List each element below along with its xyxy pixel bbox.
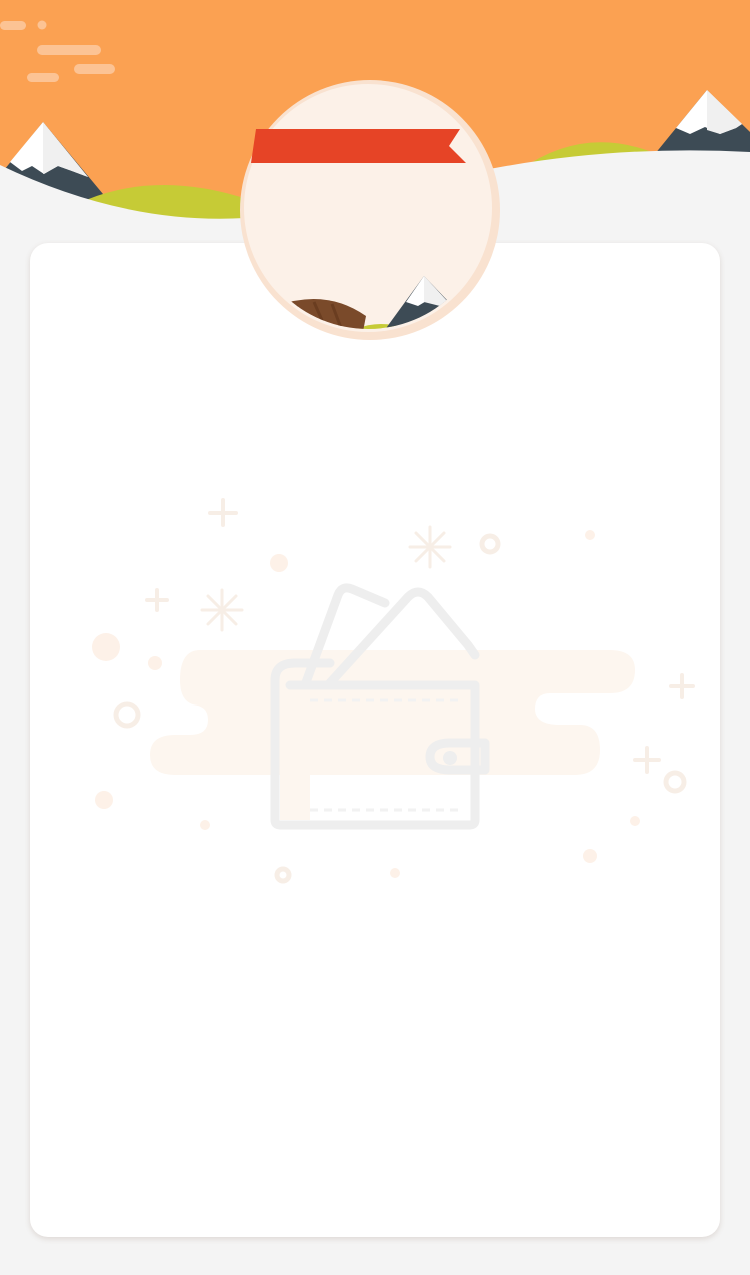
sparkle-icon xyxy=(408,525,452,569)
sparkle-icon xyxy=(200,588,244,632)
header-badge xyxy=(240,80,500,340)
badge-face xyxy=(244,84,492,332)
empty-state-illustration xyxy=(92,498,695,884)
wallet-clasp xyxy=(443,751,457,765)
cloud-icon xyxy=(150,650,635,775)
wallet-pocket xyxy=(280,690,310,820)
ribbon-icon xyxy=(251,129,466,163)
